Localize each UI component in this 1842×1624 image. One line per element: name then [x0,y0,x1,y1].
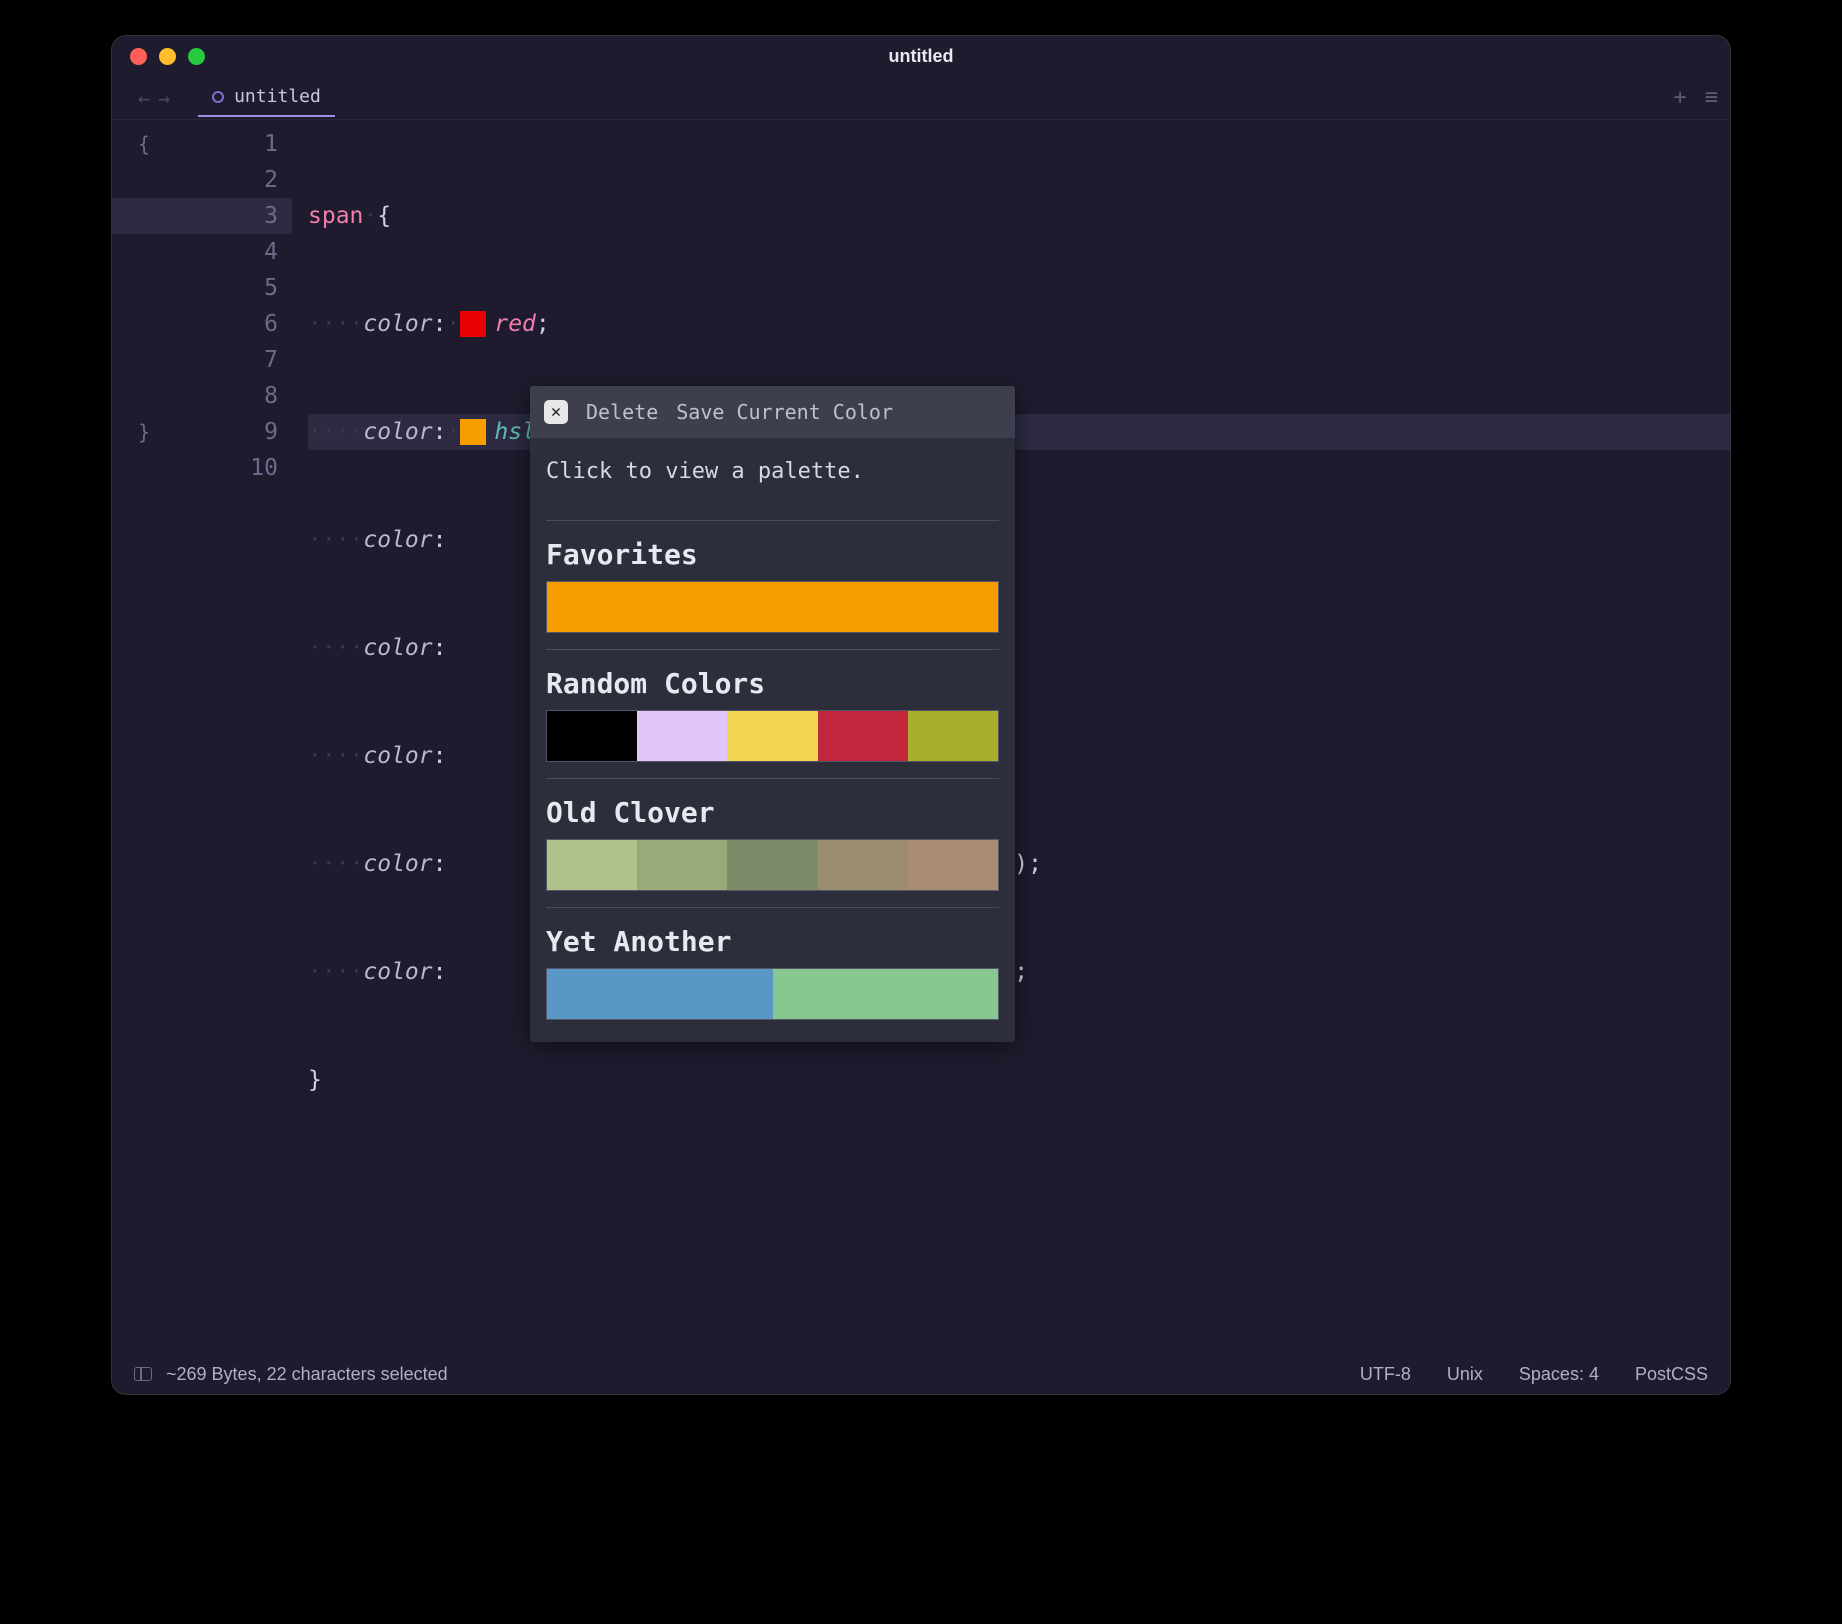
palette-swatch[interactable] [727,711,817,761]
tab-dirty-icon [212,91,224,103]
close-icon[interactable]: ✕ [544,400,568,424]
tab-menu-button[interactable]: ≡ [1705,85,1718,110]
popup-toolbar: ✕ Delete Save Current Color [530,386,1015,438]
panel-icon[interactable] [134,1367,152,1381]
code-line[interactable]: ····color:··························.514… [308,954,1730,990]
palette-swatch-row [546,968,999,1020]
window-controls [112,48,205,65]
fold-open-icon[interactable]: { [138,126,150,162]
palette-swatch[interactable] [547,582,998,632]
gutter: {1 2 3 4 5 6 7 8 }9 10 [112,126,292,486]
palette-swatch[interactable] [637,840,727,890]
code-content[interactable]: span·{ ····color:·red; ····color:·hsl(38… [308,126,1730,1170]
save-color-button[interactable]: Save Current Color [676,394,893,430]
palette-swatch[interactable] [727,840,817,890]
tabbar: ← → untitled + ≡ [112,76,1730,120]
palette-section-title[interactable]: Random Colors [546,666,999,702]
editor-window: untitled ← → untitled + ≡ {1 2 3 4 5 6 7… [112,36,1730,1394]
window-title: untitled [112,46,1730,67]
palette-swatch-row [546,710,999,762]
palette-section-title[interactable]: Yet Another [546,924,999,960]
tab-label: untitled [234,86,321,107]
code-line[interactable]: ····color: [308,522,1730,558]
new-tab-button[interactable]: + [1674,85,1687,110]
close-window-button[interactable] [130,48,147,65]
delete-button[interactable]: Delete [586,394,658,430]
palette-section-title[interactable]: Old Clover [546,795,999,831]
fold-close-icon[interactable]: } [138,414,150,450]
tab-untitled[interactable]: untitled [198,78,335,117]
palette-swatch[interactable] [547,711,637,761]
code-line[interactable]: ····color:·hsl(38.824,·100%,·50%); [308,414,1730,450]
code-line[interactable]: ····color:·red; [308,306,1730,342]
status-indent[interactable]: Spaces: 4 [1519,1364,1599,1385]
status-syntax[interactable]: PostCSS [1635,1364,1708,1385]
zoom-window-button[interactable] [188,48,205,65]
color-swatch-red[interactable] [460,311,486,337]
palette-swatch[interactable] [637,711,727,761]
code-line[interactable]: } [308,1062,1730,1098]
palette-swatch[interactable] [908,840,998,890]
code-line[interactable]: ····color:··························.04)… [308,738,1730,774]
editor-area[interactable]: {1 2 3 4 5 6 7 8 }9 10 span·{ ····color:… [112,120,1730,1354]
palette-swatch[interactable] [547,840,637,890]
color-palette-popup: ✕ Delete Save Current Color Click to vie… [530,386,1015,1042]
status-encoding[interactable]: UTF-8 [1360,1364,1411,1385]
palette-swatch[interactable] [773,969,999,1019]
palette-swatch[interactable] [908,711,998,761]
palette-swatch-row [546,839,999,891]
palette-section-title[interactable]: Favorites [546,537,999,573]
palette-swatch[interactable] [547,969,773,1019]
palette-swatch[interactable] [818,840,908,890]
code-line[interactable]: span·{ [308,198,1730,234]
color-swatch-orange[interactable] [460,419,486,445]
code-line[interactable]: ····color:··························); [308,630,1730,666]
nav-back-button[interactable]: ← [134,86,154,110]
code-line[interactable]: ····color:··························0.03… [308,846,1730,882]
status-bar: ~269 Bytes, 22 characters selected UTF-8… [112,1354,1730,1394]
nav-forward-button[interactable]: → [154,86,174,110]
status-line-endings[interactable]: Unix [1447,1364,1483,1385]
palette-swatch-row [546,581,999,633]
popup-hint: Click to view a palette. [546,448,999,504]
titlebar: untitled [112,36,1730,76]
palette-swatch[interactable] [818,711,908,761]
status-selection: ~269 Bytes, 22 characters selected [166,1364,448,1385]
minimize-window-button[interactable] [159,48,176,65]
